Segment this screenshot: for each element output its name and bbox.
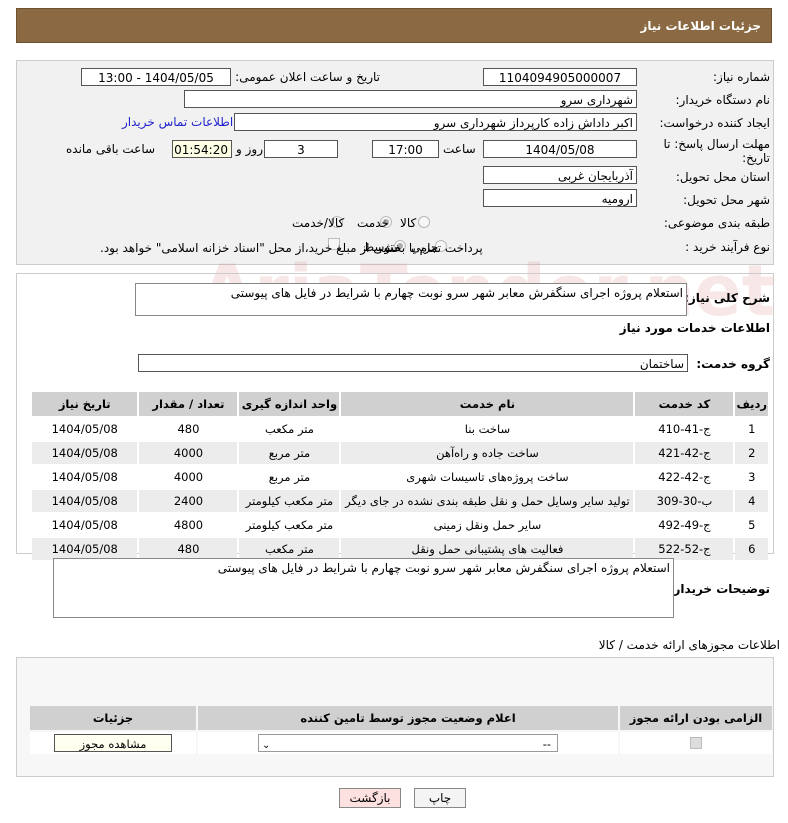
table-row: 3 ج-42-422 ساخت پروژه‌های تاسیسات شهری متر … [32, 466, 768, 488]
buyer-notes-label: توضیحات خریدار: [668, 582, 770, 596]
table-cell: 4800 [139, 514, 238, 536]
days-label: روز و [236, 142, 263, 156]
permits-title: اطلاعات مجوزهای ارائه خدمت / کالا [598, 638, 780, 652]
col-header: کد خدمت [635, 392, 734, 416]
table-cell: متر مکعب [239, 538, 340, 560]
table-cell: 1 [735, 418, 768, 440]
table-cell: متر مربع [239, 466, 340, 488]
col-header: واحد اندازه گیری [239, 392, 340, 416]
table-cell: 2 [735, 442, 768, 464]
category-radio-kala[interactable] [418, 216, 430, 228]
col-header: نام خدمت [341, 392, 634, 416]
table-cell: ج-42-422 [635, 466, 734, 488]
permit-required-checkbox [690, 737, 702, 749]
table-cell: ج-52-522 [635, 538, 734, 560]
table-cell: 1404/05/08 [32, 538, 138, 560]
table-row: 5 ج-49-492 سایر حمل ونقل زمینی متر مکعب کیل… [32, 514, 768, 536]
summary-label: شرح کلی نیاز: [684, 291, 770, 305]
table-cell: 1404/05/08 [32, 466, 138, 488]
table-cell: متر مربع [239, 442, 340, 464]
table-cell: 3 [735, 466, 768, 488]
remaining-label: ساعت باقی مانده [66, 142, 156, 156]
services-table-wrap: ردیف کد خدمت نام خدمت واحد اندازه گیری ت… [30, 390, 770, 562]
table-row: 6 ج-52-522 فعالیت های پشتیبانی حمل ونقل متر… [32, 538, 768, 560]
city-label: شهر محل تحویل: [683, 193, 770, 207]
table-cell: 6 [735, 538, 768, 560]
category-option-both: کالا/خدمت [292, 216, 345, 230]
col-header: تاریخ نیاز [32, 392, 138, 416]
category-label: طبقه بندی موضوعی: [663, 216, 770, 230]
announce-label: تاریخ و ساعت اعلان عمومی: [235, 70, 380, 84]
view-permit-button[interactable]: مشاهده مجوز [54, 734, 172, 752]
table-cell: 4000 [139, 466, 238, 488]
announce-field: 1404/05/05 - 13:00 [81, 68, 231, 86]
services-title: اطلاعات خدمات مورد نیاز [619, 321, 770, 335]
table-cell: 5 [735, 514, 768, 536]
service-group-field: ساختمان [138, 354, 688, 372]
remaining-time-field: 01:54:20 [172, 140, 232, 158]
table-cell: سایر حمل ونقل زمینی [341, 514, 634, 536]
table-cell: ساخت بنا [341, 418, 634, 440]
table-row: 1 ج-41-410 ساخت بنا متر مکعب 480 1404/05/08 [32, 418, 768, 440]
table-cell: تولید سایر وسایل حمل و نقل طبقه بندی نشد… [341, 490, 634, 512]
table-cell: 480 [139, 418, 238, 440]
table-row: 4 ب-30-309 تولید سایر وسایل حمل و نقل طبقه… [32, 490, 768, 512]
table-cell: متر مکعب کیلومتر [239, 490, 340, 512]
summary-field: استعلام پروژه اجرای سنگفرش معابر شهر سرو… [135, 283, 687, 316]
deadline-date-field: 1404/05/08 [483, 140, 637, 158]
buyer-notes-field: استعلام پروژه اجرای سنگفرش معابر شهر سرو… [53, 558, 674, 618]
creator-label: ایجاد کننده درخواست: [659, 116, 770, 130]
table-cell: 1404/05/08 [32, 514, 138, 536]
province-field: آذربایجان غربی [483, 166, 637, 184]
buyer-label: نام دستگاه خریدار: [675, 93, 771, 107]
permit-status-select[interactable]: ⌄ -- [258, 734, 558, 752]
time-label: ساعت [443, 142, 476, 156]
col-header: تعداد / مقدار [139, 392, 238, 416]
creator-field: اکبر داداش زاده کارپرداز شهرداری سرو [234, 113, 637, 131]
table-cell: متر مکعب [239, 418, 340, 440]
table-cell: ب-30-309 [635, 490, 734, 512]
category-option-khedmat: خدمت [357, 216, 389, 230]
table-cell: فعالیت های پشتیبانی حمل ونقل [341, 538, 634, 560]
deadline-label: مهلت ارسال پاسخ: تا تاریخ: [663, 137, 770, 165]
deadline-time-field: 17:00 [372, 140, 439, 158]
need-number-label: شماره نیاز: [713, 70, 770, 84]
table-cell: 2400 [139, 490, 238, 512]
col-header: اعلام وضعیت مجوز توسط تامین کننده [198, 706, 618, 730]
col-header: جزئیات [30, 706, 196, 730]
table-cell: ج-49-492 [635, 514, 734, 536]
table-row: 2 ج-42-421 ساخت جاده و راه‌آهن متر مربع 4000… [32, 442, 768, 464]
table-cell: 4 [735, 490, 768, 512]
services-table: ردیف کد خدمت نام خدمت واحد اندازه گیری ت… [30, 390, 770, 562]
province-label: استان محل تحویل: [675, 170, 770, 184]
back-button[interactable]: بازگشت [339, 788, 401, 808]
contact-buyer-link[interactable]: اطلاعات تماس خریدار [122, 115, 233, 129]
col-header: الزامی بودن ارائه مجوز [620, 706, 772, 730]
table-cell: ج-42-421 [635, 442, 734, 464]
city-field: ارومیه [483, 189, 637, 207]
need-number-field: 1104094905000007 [483, 68, 637, 86]
table-cell: ساخت جاده و راه‌آهن [341, 442, 634, 464]
table-cell: 4000 [139, 442, 238, 464]
page-header: جزئیات اطلاعات نیاز [16, 8, 772, 43]
table-cell: متر مکعب کیلومتر [239, 514, 340, 536]
category-option-kala: کالا [400, 216, 417, 230]
table-cell: ج-41-410 [635, 418, 734, 440]
col-header: ردیف [735, 392, 768, 416]
table-cell: 1404/05/08 [32, 418, 138, 440]
days-field: 3 [264, 140, 338, 158]
table-cell: 1404/05/08 [32, 442, 138, 464]
buyer-field: شهرداری سرو [184, 90, 637, 108]
table-cell: ساخت پروژه‌های تاسیسات شهری [341, 466, 634, 488]
table-cell: 480 [139, 538, 238, 560]
service-group-label: گروه خدمت: [696, 357, 770, 371]
print-button[interactable]: چاپ [414, 788, 466, 808]
table-cell: 1404/05/08 [32, 490, 138, 512]
